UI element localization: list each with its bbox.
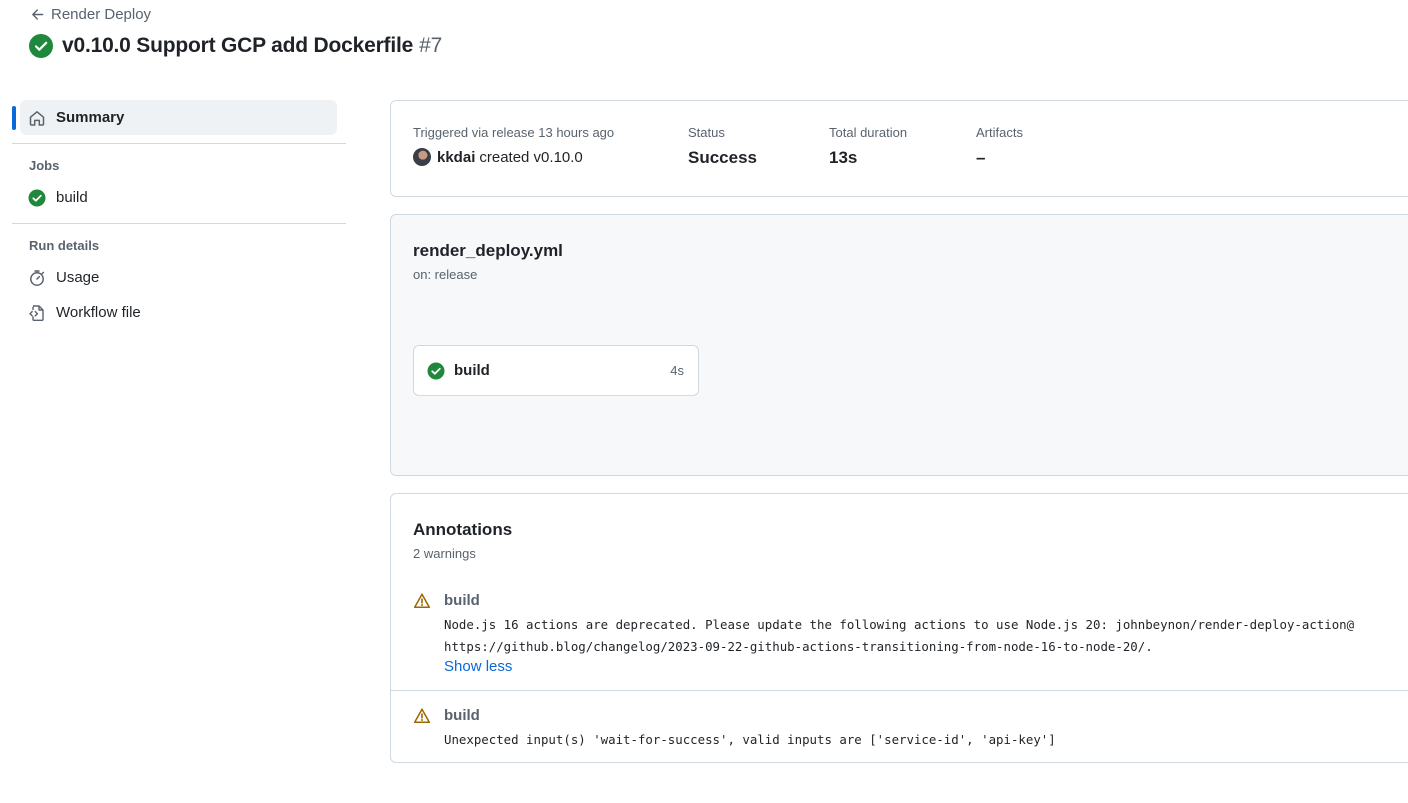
file-code-icon bbox=[29, 304, 44, 321]
show-less-link[interactable]: Show less bbox=[444, 658, 512, 675]
sidebar-item-label: Usage bbox=[56, 269, 100, 286]
home-icon bbox=[29, 110, 45, 126]
sidebar-item-usage[interactable]: Usage bbox=[12, 260, 346, 295]
sidebar-item-build[interactable]: build bbox=[12, 180, 346, 215]
back-link-label: Render Deploy bbox=[51, 6, 152, 23]
warning-icon bbox=[413, 593, 431, 609]
arrow-left-icon bbox=[32, 9, 44, 20]
annotation-message: Node.js 16 actions are deprecated. Pleas… bbox=[444, 614, 1354, 658]
annotation-message: Unexpected input(s) 'wait-for-success', … bbox=[444, 729, 1056, 751]
workflow-trigger: on: release bbox=[413, 267, 478, 282]
jobs-heading: Jobs bbox=[29, 158, 60, 173]
sidebar-item-label: build bbox=[56, 189, 88, 206]
annotation-job-link[interactable]: build bbox=[444, 707, 480, 724]
annotations-card: Annotations 2 warnings build Node.js 16 … bbox=[390, 493, 1408, 763]
job-node-build[interactable]: build 4s bbox=[413, 345, 699, 396]
annotation-divider bbox=[391, 690, 1408, 691]
trigger-info: Triggered via release 13 hours ago kkdai… bbox=[413, 125, 614, 166]
workflow-file-name: render_deploy.yml bbox=[413, 241, 563, 260]
workflow-graph-card: render_deploy.yml on: release build 4s bbox=[390, 214, 1408, 476]
duration-label: Total duration bbox=[829, 125, 908, 140]
sidebar-divider bbox=[12, 143, 346, 144]
annotation-message-line: Node.js 16 actions are deprecated. Pleas… bbox=[444, 617, 1355, 632]
run-summary-card: Triggered via release 13 hours ago kkdai… bbox=[390, 100, 1408, 197]
sidebar-item-workflow-file[interactable]: Workflow file bbox=[12, 295, 346, 330]
stopwatch-icon bbox=[30, 269, 45, 286]
page-header: v0.10.0 Support GCP add Dockerfile #7 bbox=[29, 34, 442, 58]
trigger-action: created v0.10.0 bbox=[479, 148, 583, 166]
run-details-heading: Run details bbox=[29, 238, 100, 253]
page-title: v0.10.0 Support GCP add Dockerfile #7 bbox=[62, 34, 442, 58]
job-name: build bbox=[454, 362, 490, 379]
sidebar-item-summary[interactable]: Summary bbox=[12, 100, 337, 135]
artifacts-label: Artifacts bbox=[976, 125, 1023, 140]
annotation-job-link[interactable]: build bbox=[444, 592, 480, 609]
avatar[interactable] bbox=[413, 148, 431, 166]
check-circle-icon bbox=[427, 362, 445, 379]
run-title: v0.10.0 Support GCP add Dockerfile bbox=[62, 34, 414, 57]
annotations-count: 2 warnings bbox=[413, 546, 476, 561]
duration-value: 13s bbox=[829, 148, 858, 167]
check-circle-icon bbox=[28, 189, 46, 206]
back-to-workflow-link[interactable]: Render Deploy bbox=[30, 6, 151, 23]
trigger-label: Triggered via release 13 hours ago bbox=[413, 125, 615, 140]
sidebar-item-label: Summary bbox=[56, 109, 125, 126]
sidebar-item-label: Workflow file bbox=[56, 304, 141, 321]
annotation-message-line: Unexpected input(s) 'wait-for-success', … bbox=[444, 732, 1056, 747]
run-number: #7 bbox=[419, 34, 443, 57]
sidebar-divider bbox=[12, 223, 346, 224]
status-info: Status Success bbox=[688, 125, 757, 168]
duration-info: Total duration 13s bbox=[829, 125, 907, 168]
annotation-message-line: https://github.blog/changelog/2023-09-22… bbox=[444, 639, 1153, 654]
artifacts-info: Artifacts – bbox=[976, 125, 1023, 168]
sidebar: Summary Jobs build Run details Usage Wor… bbox=[12, 100, 346, 330]
status-value: Success bbox=[688, 148, 757, 167]
status-label: Status bbox=[688, 125, 725, 140]
check-circle-icon bbox=[29, 34, 53, 58]
trigger-user-link[interactable]: kkdai bbox=[437, 149, 475, 166]
job-duration: 4s bbox=[670, 363, 684, 378]
annotations-title: Annotations bbox=[413, 520, 513, 539]
artifacts-value: – bbox=[976, 148, 986, 167]
warning-icon bbox=[413, 708, 431, 724]
